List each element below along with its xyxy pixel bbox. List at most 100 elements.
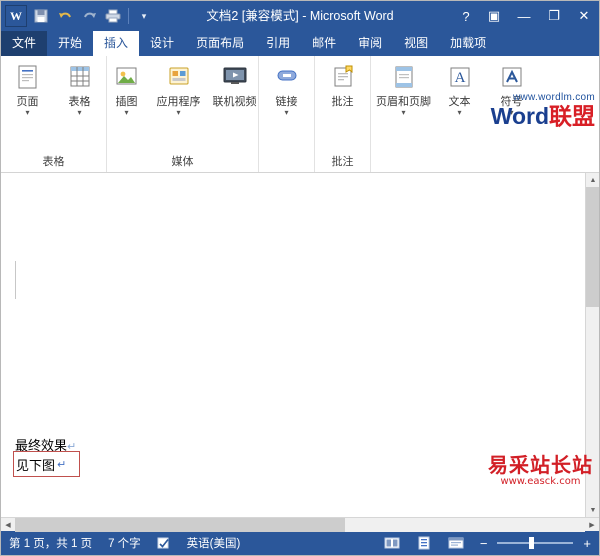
status-page-info[interactable]: 第 1 页，共 1 页	[1, 535, 100, 551]
chevron-down-icon[interactable]: ▾	[284, 109, 288, 117]
qat-separator	[128, 8, 129, 24]
scroll-left-icon[interactable]: ◀	[1, 518, 15, 532]
quick-access-toolbar: ▾	[30, 5, 155, 27]
ribbon-display-options-icon[interactable]: ▣	[479, 1, 509, 31]
tab-review[interactable]: 审阅	[347, 31, 393, 56]
zoom-in-button[interactable]: +	[583, 536, 591, 551]
tab-page-layout[interactable]: 页面布局	[185, 31, 255, 56]
apps-icon	[163, 62, 195, 94]
ribbon-group-label-tables: 表格	[42, 156, 65, 168]
spelling-check-icon[interactable]	[149, 536, 179, 550]
chevron-down-icon[interactable]: ▾	[457, 109, 461, 117]
tab-mailings[interactable]: 邮件	[301, 31, 347, 56]
comment-icon	[327, 62, 359, 94]
ribbon-label-table: 表格	[68, 96, 91, 108]
page-watermark-sub: www.easck.com	[500, 476, 581, 487]
redo-icon[interactable]	[78, 5, 100, 27]
svg-text:A: A	[454, 70, 465, 86]
ribbon-tabs: 文件 开始 插入 设计 页面布局 引用 邮件 审阅 视图 加载项	[1, 31, 599, 56]
illustration-icon	[111, 62, 143, 94]
scroll-up-icon[interactable]: ▲	[586, 173, 599, 187]
tab-references[interactable]: 引用	[255, 31, 301, 56]
chevron-down-icon[interactable]: ▾	[401, 109, 405, 117]
horizontal-scroll-thumb[interactable]	[15, 517, 345, 532]
scroll-right-icon[interactable]: ▶	[585, 518, 599, 532]
horizontal-scroll-track[interactable]	[15, 517, 585, 532]
view-print-layout-icon[interactable]	[408, 536, 440, 550]
undo-icon[interactable]	[54, 5, 76, 27]
ribbon-label-header-footer: 页眉和页脚	[376, 96, 431, 108]
tab-home[interactable]: 开始	[47, 31, 93, 56]
ribbon-group-pages-tables: 页面 ▾ 表格 ▾ 表格	[1, 56, 106, 172]
vertical-scroll-thumb[interactable]	[586, 187, 599, 307]
ribbon-button-header-footer[interactable]: 页眉和页脚 ▾	[374, 60, 434, 117]
status-word-count[interactable]: 7 个字	[100, 535, 149, 551]
ribbon-label-links: 链接	[275, 96, 298, 108]
link-icon	[271, 62, 303, 94]
status-bar: 第 1 页，共 1 页 7 个字 英语(美国) − +	[1, 531, 599, 555]
status-language[interactable]: 英语(美国)	[179, 535, 249, 551]
ribbon-group-label-links	[259, 157, 314, 169]
ribbon-label-pages: 页面	[16, 96, 39, 108]
document-area: 最终效果↵ 见下图 ↵ ▲ ▼ 易采站长站 www.easck.com	[1, 173, 599, 517]
symbol-icon	[496, 62, 528, 94]
view-read-mode-icon[interactable]	[376, 536, 408, 550]
ribbon-button-illustrations[interactable]: 插图 ▾	[101, 60, 153, 117]
table-icon	[64, 62, 96, 94]
title-bar: W ▾ 文档2 [兼容模式] - Microsoft Word ? ▣ — ❐ …	[1, 1, 599, 31]
ribbon-group-label-comments: 批注	[331, 156, 354, 168]
view-web-layout-icon[interactable]	[440, 536, 472, 550]
minimize-button[interactable]: —	[509, 1, 539, 31]
ribbon-button-text[interactable]: A 文本 ▾	[434, 60, 486, 117]
zoom-control[interactable]: − +	[472, 536, 599, 551]
header-footer-icon	[388, 62, 420, 94]
bordered-paragraph-text: 见下图	[16, 458, 56, 474]
ribbon-button-links[interactable]: 链接 ▾	[261, 60, 313, 117]
tab-design[interactable]: 设计	[139, 31, 185, 56]
wordlm-brand-left: Word	[490, 103, 549, 129]
ribbon-label-illustrations: 插图	[115, 96, 138, 108]
ribbon-group-illustrations: 插图 ▾ 应用程序 ▾ 联机视频 媒体	[106, 56, 258, 172]
chevron-down-icon[interactable]: ▾	[124, 109, 128, 117]
ribbon-label-comment: 批注	[331, 96, 354, 108]
zoom-slider-handle[interactable]	[529, 537, 535, 549]
chevron-down-icon[interactable]: ▾	[25, 109, 29, 117]
zoom-slider[interactable]	[497, 537, 574, 549]
chevron-down-icon[interactable]: ▾	[133, 5, 155, 27]
help-icon[interactable]: ?	[453, 1, 479, 31]
save-icon[interactable]	[30, 5, 52, 27]
close-button[interactable]: ✕	[569, 1, 599, 31]
wordlm-brand: Word联盟	[491, 103, 595, 129]
ribbon-button-online-video[interactable]: 联机视频	[205, 60, 265, 108]
ribbon-button-pages[interactable]: 页面 ▾	[2, 60, 54, 117]
zoom-out-button[interactable]: −	[480, 536, 488, 551]
wordlm-brand-right: 联盟	[549, 103, 595, 129]
scroll-down-icon[interactable]: ▼	[586, 503, 599, 517]
tab-addins[interactable]: 加载项	[439, 31, 497, 56]
window-controls: ? ▣ — ❐ ✕	[453, 1, 599, 31]
ribbon-group-links: 链接 ▾	[258, 56, 314, 172]
tab-view[interactable]: 视图	[393, 31, 439, 56]
maximize-restore-button[interactable]: ❐	[539, 1, 569, 31]
tab-insert[interactable]: 插入	[93, 31, 140, 56]
ribbon-label-online-video: 联机视频	[212, 96, 257, 108]
online-video-icon	[219, 62, 251, 94]
ribbon-button-table[interactable]: 表格 ▾	[54, 60, 106, 117]
page-icon	[12, 62, 44, 94]
ribbon-group-comments: 批注 批注	[314, 56, 370, 172]
ribbon-label-apps: 应用程序	[156, 96, 201, 108]
ribbon-button-apps[interactable]: 应用程序 ▾	[153, 60, 205, 117]
text-icon: A	[444, 62, 476, 94]
ribbon-button-comment[interactable]: 批注	[317, 60, 369, 108]
ribbon-group-label-media: 媒体	[171, 156, 194, 168]
horizontal-scrollbar[interactable]: ◀ ▶	[1, 517, 599, 532]
chevron-down-icon[interactable]: ▾	[176, 109, 180, 117]
chevron-down-icon[interactable]: ▾	[77, 109, 81, 117]
tab-file[interactable]: 文件	[1, 31, 48, 56]
bordered-paragraph[interactable]: 见下图 ↵	[13, 451, 80, 477]
wordlm-watermark: www.wordlm.com Word联盟	[491, 92, 595, 129]
print-icon[interactable]	[102, 5, 124, 27]
page-watermark-main: 易采站长站	[488, 453, 593, 477]
text-boundary-mark	[15, 261, 16, 299]
ribbon-label-text: 文本	[448, 96, 471, 108]
